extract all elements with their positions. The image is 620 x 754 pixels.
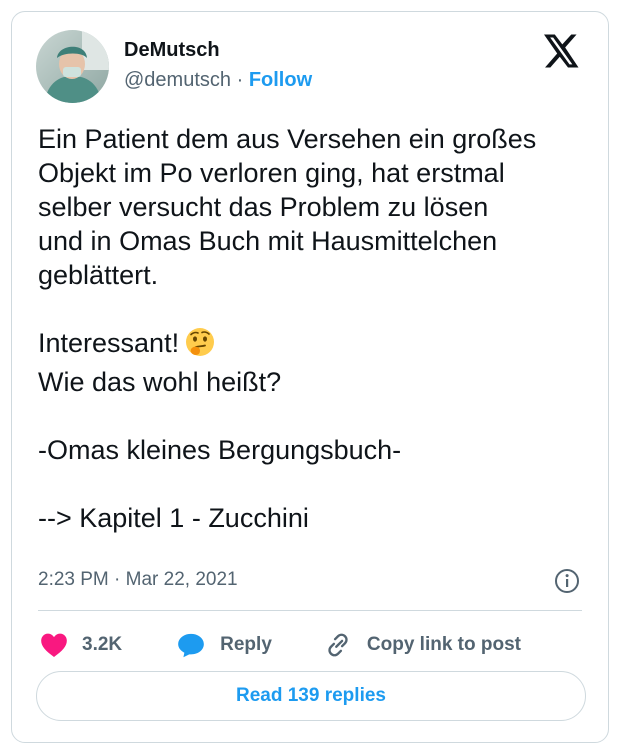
tweet-line: -Omas kleines Bergungsbuch- [38,435,402,465]
tweet-time: 2:23 PM [38,569,109,590]
tweet-line: Wie das wohl heißt? [38,367,282,397]
handle-separator: · [236,69,244,91]
tweet-line: Objekt im Po verloren ging, hat erstmal [38,158,505,188]
tweet-text: Ein Patient dem aus Versehen ein großes … [38,122,598,535]
tweet-line: geblättert. [38,260,159,290]
tweet-line: --> Kapitel 1 - Zucchini [38,503,309,533]
reply-button[interactable]: Reply [162,632,272,658]
tweet-date: Mar 22, 2021 [125,569,238,590]
interessant-text: Interessant! [38,328,180,358]
copy-link-label: Copy link to post [366,634,521,655]
x-logo-icon[interactable] [544,34,580,68]
author-handle-row: @demutsch · Follow [124,69,312,92]
tweet-line: selber versucht das Problem zu lösen [38,192,489,222]
tweet-line: und in Omas Buch mit Hausmittelchen [38,226,498,256]
like-count: 3.2K [82,634,123,655]
link-icon [324,631,352,659]
author-handle[interactable]: @demutsch [124,69,231,91]
follow-button[interactable]: Follow [249,69,312,91]
tweet-line: Ein Patient dem aus Versehen ein großes [38,124,537,154]
author-name[interactable]: DeMutsch [124,39,220,62]
tweet-line-interessant: Interessant! [38,326,598,365]
heart-icon [40,632,68,658]
reply-bubble-icon [177,632,205,658]
thinking-face-emoji [185,327,215,365]
reply-label: Reply [220,634,272,655]
divider [38,610,582,611]
action-bar: 3.2K Reply Copy link to post [40,631,521,659]
avatar[interactable] [36,30,109,103]
info-icon[interactable] [554,568,580,594]
tweet-timestamp[interactable]: 2:23 PM · Mar 22, 2021 [38,569,238,591]
read-replies-button[interactable]: Read 139 replies [36,671,586,721]
tweet-card: DeMutsch @demutsch · Follow Ein Patient … [11,11,609,743]
copy-link-button[interactable]: Copy link to post [309,631,521,659]
meta-separator: · [114,569,121,590]
like-button[interactable]: 3.2K [40,632,122,658]
